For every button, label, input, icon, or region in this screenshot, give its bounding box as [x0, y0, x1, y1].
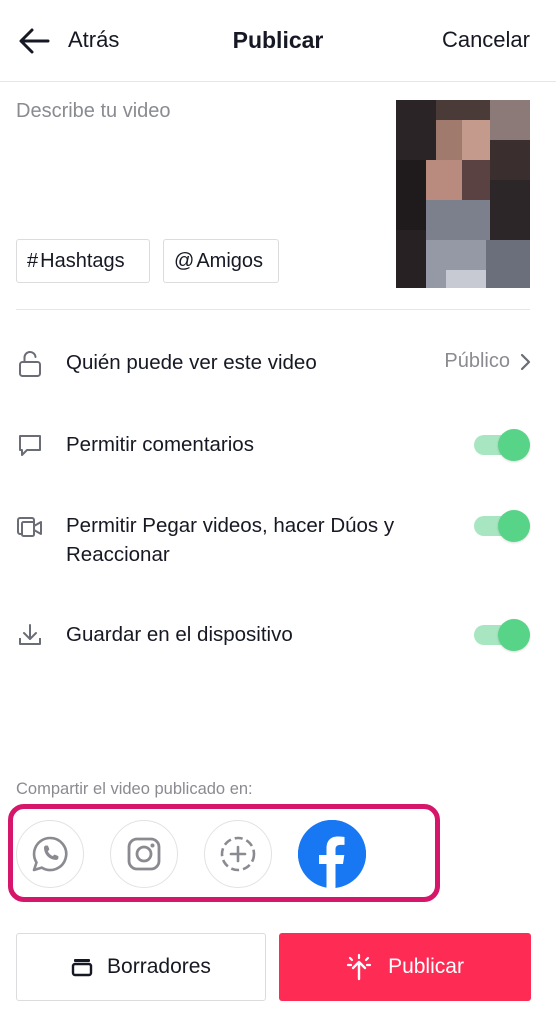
publish-button[interactable]: Publicar — [279, 933, 531, 1001]
drafts-button[interactable]: Borradores — [16, 933, 266, 1001]
add-story-icon — [220, 836, 256, 872]
hashtags-button[interactable]: # Hashtags — [16, 239, 150, 283]
share-instagram-button[interactable] — [110, 820, 178, 888]
top-bar: Atrás Publicar Cancelar — [0, 0, 556, 82]
duet-label: Permitir Pegar videos, hacer Dúos y Reac… — [66, 511, 394, 569]
divider — [16, 309, 530, 310]
toggle-knob — [498, 510, 530, 542]
share-label: Compartir el video publicado en: — [16, 780, 253, 798]
chevron-right-icon — [520, 353, 531, 370]
duet-label-line1: Permitir Pegar videos, hacer Dúos y — [66, 514, 395, 537]
back-button[interactable]: Atrás — [68, 27, 119, 53]
toggle-knob — [498, 429, 530, 461]
privacy-value-selector[interactable]: Público — [444, 350, 532, 373]
privacy-value: Público — [444, 350, 510, 372]
facebook-icon — [298, 820, 366, 888]
publish-icon — [346, 953, 372, 981]
at-icon: @ — [174, 249, 195, 272]
drafts-label: Borradores — [107, 955, 211, 978]
video-thumbnail[interactable] — [396, 100, 530, 288]
duet-label-line2: Reaccionar — [66, 543, 170, 566]
mention-friends-button[interactable]: @ Amigos — [163, 239, 279, 283]
friends-label: Amigos — [196, 249, 264, 272]
description-input[interactable] — [16, 100, 376, 220]
save-label: Guardar en el dispositivo — [66, 623, 293, 646]
back-arrow-icon[interactable] — [14, 22, 54, 60]
hash-icon: # — [27, 249, 39, 272]
drafts-icon — [71, 959, 93, 977]
lock-open-icon — [16, 350, 44, 378]
duet-icon — [16, 513, 44, 541]
save-toggle[interactable] — [474, 619, 530, 651]
comment-icon — [16, 431, 44, 459]
share-whatsapp-button[interactable] — [16, 820, 84, 888]
cancel-button[interactable]: Cancelar — [442, 27, 530, 53]
share-facebook-button[interactable] — [298, 820, 366, 888]
download-icon — [16, 621, 44, 649]
comments-toggle[interactable] — [474, 429, 530, 461]
hashtags-label: Hashtags — [40, 249, 125, 272]
share-stories-button[interactable] — [204, 820, 272, 888]
instagram-icon — [127, 837, 161, 871]
whatsapp-icon — [32, 836, 68, 872]
comments-label: Permitir comentarios — [66, 433, 254, 456]
publish-label: Publicar — [388, 955, 464, 978]
toggle-knob — [498, 619, 530, 651]
privacy-label: Quién puede ver este video — [66, 351, 317, 374]
duet-toggle[interactable] — [474, 510, 530, 542]
